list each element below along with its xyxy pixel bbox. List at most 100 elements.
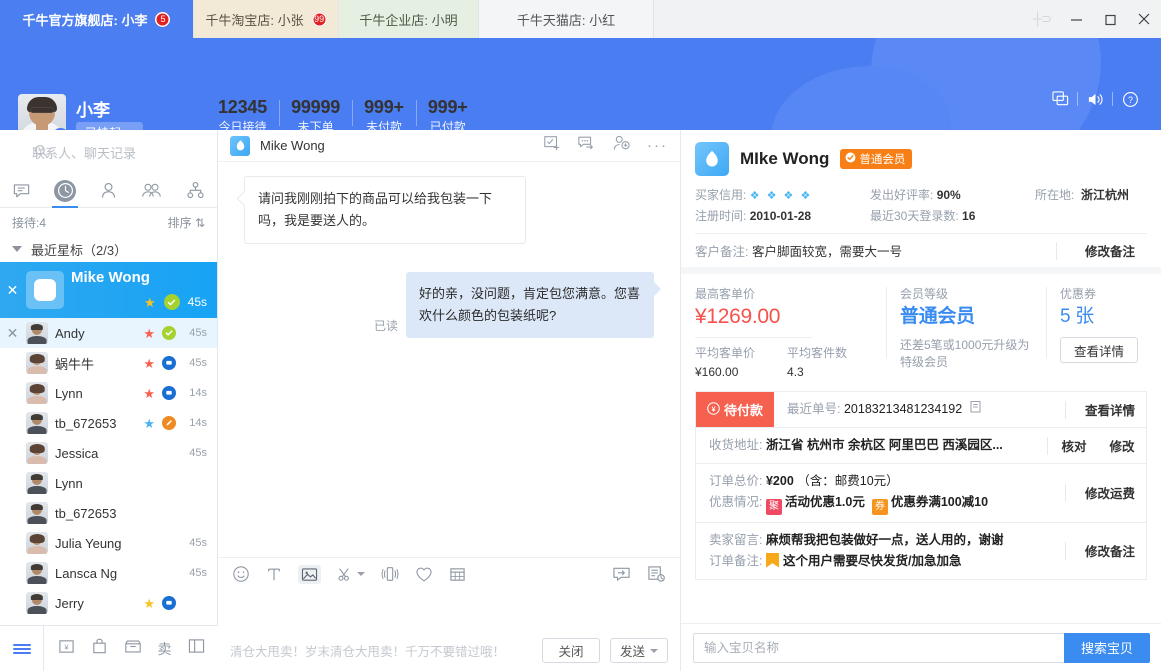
history-icon[interactable] [647,565,666,583]
close-icon[interactable]: ✕ [6,326,19,340]
avatar [26,592,48,614]
bag-icon[interactable] [91,638,108,660]
edit-note-button[interactable]: 修改备注 [1073,241,1147,260]
buyer-name: MIke Wong [740,149,829,169]
field-value: 16 [962,209,975,223]
window-tab-2[interactable]: 千牛企业店: 小明 [339,0,479,38]
order-icon[interactable]: ¥ [58,638,75,660]
text-format-icon[interactable] [266,566,282,583]
search-box[interactable] [10,139,207,167]
add-member-icon[interactable] [612,134,631,157]
close-icon[interactable]: ✕ [6,283,19,297]
multi-chat-icon[interactable] [1043,86,1077,112]
contact-row-mike-wong[interactable]: ✕ Mike Wong ★ 45s [0,262,217,318]
avatar[interactable] [18,94,66,130]
star-icon[interactable]: ★ [144,296,156,309]
field-key: 所在地: [1035,188,1074,202]
contact-list[interactable]: ✕ Mike Wong ★ 45s ✕ Andy [0,262,217,638]
star-icon[interactable]: ★ [143,357,155,370]
note-add-icon[interactable] [543,134,561,157]
chat-panel: Mike Wong ··· 请问我刚刚拍下的商品可以给我包装一下吗，我是要送人的… [218,130,680,671]
stat-value: 999+ [428,96,468,118]
sort-control[interactable]: 排序 ⇅ [168,214,205,231]
divider [1056,242,1057,260]
calendar-icon[interactable] [449,566,466,583]
status-badge: ¥ 待付款 [696,392,774,427]
contact-row-lynn-1[interactable]: Lynn ★ 14s [0,378,217,408]
window-tab-1[interactable]: 千牛淘宝店: 小张 99 [194,0,339,38]
sound-icon[interactable] [1078,86,1112,112]
sidebar-tab-messages[interactable] [0,174,43,208]
contact-row-andy[interactable]: ✕ Andy ★ 45s [0,318,217,348]
sidebar-tab-org[interactable] [174,174,217,208]
status-label: 待付款 [724,400,763,419]
chat-toolbar [218,558,680,590]
screenshot-icon[interactable] [337,566,365,583]
item-search-button[interactable]: 搜索宝贝 [1064,633,1150,663]
shop-icon[interactable] [124,638,142,660]
order-detail-button[interactable]: 查看详情 [1074,400,1146,419]
metric-sub-value: ¥160.00 [695,363,755,382]
divider [1065,484,1066,502]
window-tab-0[interactable]: 千牛官方旗舰店: 小李 5 [0,0,194,38]
star-icon[interactable]: ★ [143,597,155,610]
pin-icon[interactable]: ┼⊃ [1025,0,1059,38]
message-input[interactable] [218,590,680,630]
quick-reply-icon[interactable] [577,134,596,157]
more-icon[interactable]: ··· [647,141,668,151]
contact-row-jessica[interactable]: Jessica 45s [0,438,217,468]
minimize-icon[interactable] [1059,0,1093,38]
stat-unpaid[interactable]: 999+ 未付款 [352,96,416,130]
shake-icon[interactable] [381,565,399,583]
verify-address-button[interactable]: 核对 [1050,436,1098,455]
total-extra: （含：邮费10元） [797,474,898,488]
image-icon[interactable] [298,565,321,584]
promo-text-1: 活动优惠1.0元 [785,495,865,509]
menu-icon[interactable] [0,626,44,671]
vip-check-icon [845,152,856,166]
sidebar-tab-recent[interactable] [43,174,86,208]
favorite-icon[interactable] [415,566,433,583]
item-search-input[interactable] [693,633,1064,663]
avatar [26,382,48,404]
stat-today-served[interactable]: 12345 今日接待 [206,96,279,130]
edit-address-button[interactable]: 修改 [1098,436,1146,455]
contact-row-lynn-2[interactable]: Lynn [0,468,217,498]
section-divider [681,267,1161,274]
quick-phrase-icon[interactable] [612,565,631,583]
star-icon[interactable]: ★ [143,387,155,400]
edit-freight-button[interactable]: 修改运费 [1074,483,1146,502]
edit-order-note-button[interactable]: 修改备注 [1074,541,1146,560]
maximize-icon[interactable] [1093,0,1127,38]
star-icon[interactable]: ★ [143,327,155,340]
help-icon[interactable]: ? [1113,86,1147,112]
seller-message-key: 卖家留言: [709,533,762,547]
contact-row-julia-yeung[interactable]: Julia Yeung 45s [0,528,217,558]
close-button[interactable]: 关闭 [542,638,600,663]
emoji-icon[interactable] [232,565,250,583]
star-icon[interactable]: ★ [143,417,155,430]
search-input[interactable] [32,146,207,161]
contact-row-woniuniu[interactable]: 蜗牛牛 ★ 45s [0,348,217,378]
contact-time: 45s [188,295,207,309]
layout-icon[interactable] [188,638,205,659]
stat-paid[interactable]: 999+ 已付款 [416,96,480,130]
message-bubble-incoming: 请问我刚刚拍下的商品可以给我包装一下吗，我是要送人的。 [244,176,526,244]
sidebar-tab-groups[interactable] [130,174,173,208]
search-icon [34,144,48,163]
copy-icon[interactable] [970,402,982,416]
send-button[interactable]: 发送 [610,638,668,663]
sidebar-tab-contacts[interactable] [87,174,130,208]
contact-row-tb672653-1[interactable]: tb_672653 ★ 14s [0,408,217,438]
contact-row-tb672653-2[interactable]: tb_672653 [0,498,217,528]
sell-icon[interactable]: 卖 [158,639,172,659]
close-icon[interactable] [1127,0,1161,38]
stat-no-order[interactable]: 99999 未下单 [279,96,352,130]
contact-group-header[interactable]: 最近星标（2/3） [0,236,217,262]
window-tab-3[interactable]: 千牛天猫店: 小红 [479,0,654,38]
contact-row-jerry[interactable]: Jerry ★ [0,588,217,618]
sidebar-tabs [0,174,217,208]
contact-row-lansca-ng[interactable]: Lansca Ng 45s [0,558,217,588]
coupon-detail-button[interactable]: 查看详情 [1060,337,1138,363]
status-dropdown[interactable]: 已挂起 [76,122,143,130]
